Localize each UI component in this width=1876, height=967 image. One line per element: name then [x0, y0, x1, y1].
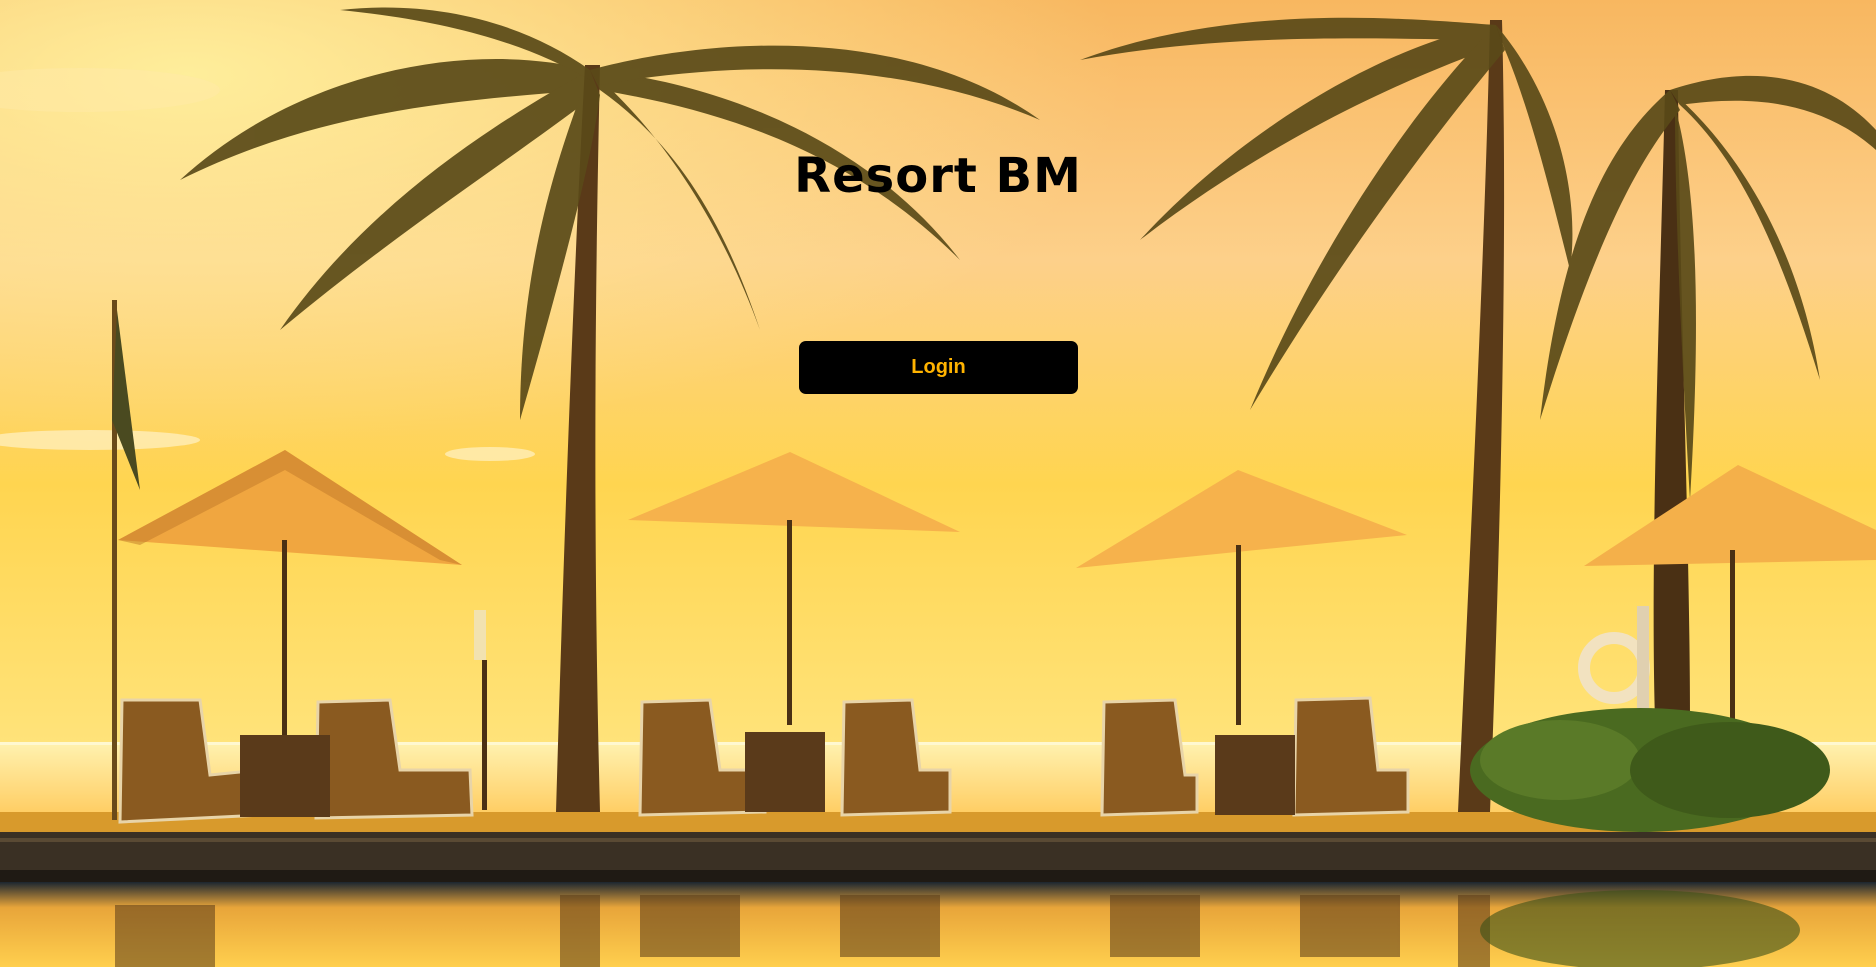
page-title: Resort BM	[794, 148, 1082, 204]
login-button[interactable]: Login	[799, 341, 1078, 394]
background-image	[0, 0, 1876, 967]
